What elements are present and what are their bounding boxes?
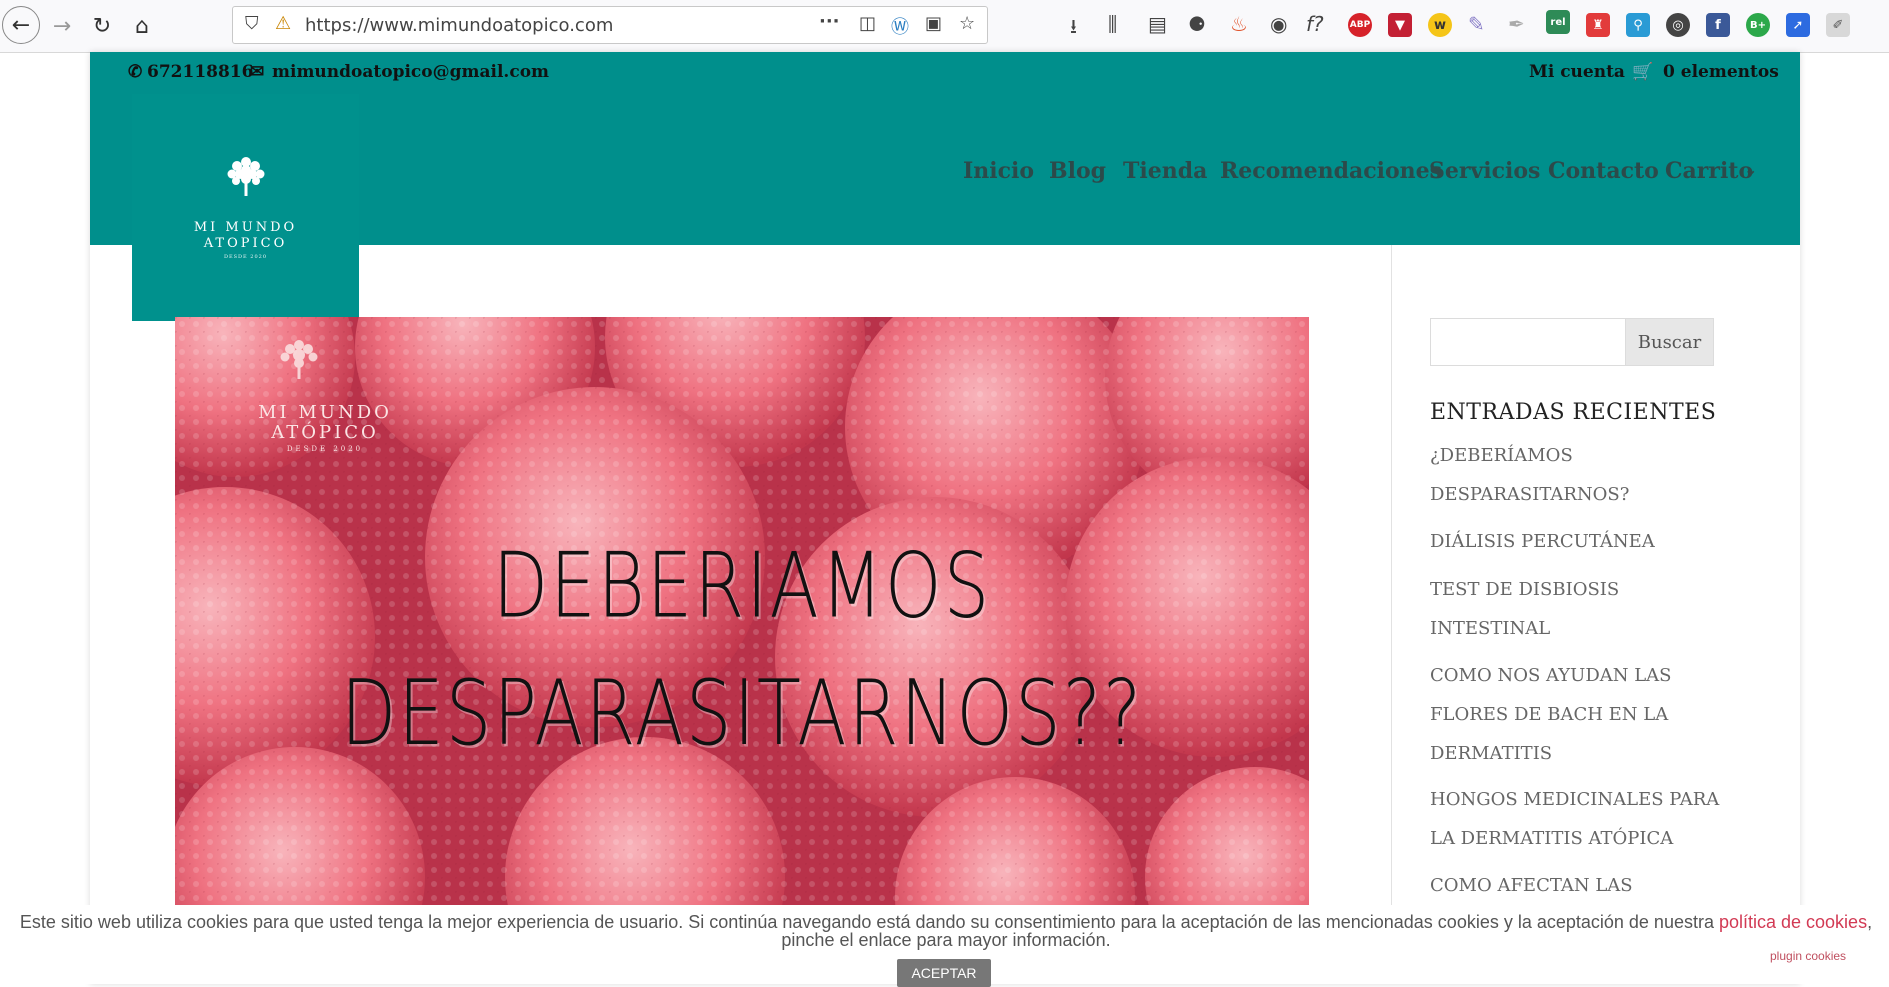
post-line[interactable]: ¿DEBERÍAMOS [1430, 436, 1720, 475]
search-button[interactable]: Buscar [1625, 318, 1714, 366]
account-icon[interactable]: ◉ [1270, 12, 1287, 36]
pen-icon[interactable]: ✎ [1468, 12, 1485, 36]
recent-posts-title: ENTRADAS RECIENTES [1430, 400, 1717, 425]
featured-image[interactable]: MI MUNDO ATÓPICO DESDE 2020 DEBERIAMOS D… [175, 317, 1309, 905]
menu-item-recomendaciones[interactable]: Recomendaciones [1220, 158, 1442, 184]
search-input[interactable] [1430, 318, 1626, 366]
bookmark-star-icon[interactable]: ☆ [959, 13, 975, 34]
post-line[interactable]: TEST DE DISBIOSIS [1430, 570, 1720, 609]
w-icon[interactable]: w [1428, 13, 1452, 37]
post-line[interactable]: COMO NOS AYUDAN LAS [1430, 656, 1720, 695]
hero-logo-line1: MI MUNDO [258, 402, 392, 423]
f-question-icon[interactable]: f? [1306, 12, 1324, 36]
menu-item-servicios[interactable]: Servicios [1429, 158, 1540, 184]
hero-title-line1: DEBERIAMOS [492, 532, 992, 638]
recent-post-4[interactable]: COMO NOS AYUDAN LAS FLORES DE BACH EN LA… [1430, 656, 1720, 773]
library-icon[interactable]: ⫼ [1108, 12, 1117, 36]
chevron-down-icon[interactable]: ⌄ [1744, 160, 1757, 179]
page-actions-icon[interactable]: ··· [819, 11, 840, 32]
shield-icon[interactable]: ⛉ [245, 13, 259, 34]
back-arrow-icon[interactable]: ← [2, 6, 40, 44]
post-line[interactable]: INTESTINAL [1430, 609, 1720, 648]
post-line[interactable]: DESPARASITARNOS? [1430, 475, 1720, 514]
browser-toolbar: ← → ↻ ⌂ ⛉ ⚠ https://www.mimundoatopico.c… [0, 0, 1889, 53]
b-plus-icon[interactable]: B+ [1746, 13, 1770, 37]
post-line[interactable]: FLORES DE BACH EN LA [1430, 695, 1720, 734]
cookie-banner: Este sitio web utiliza cookies para que … [0, 905, 1889, 987]
hero-title: DEBERIAMOS DESPARASITARNOS?? [175, 522, 1309, 777]
menu-item-blog[interactable]: Blog [1049, 158, 1106, 184]
menu-item-inicio[interactable]: Inicio [963, 158, 1034, 184]
pocket-icon[interactable]: ◫ [859, 13, 876, 34]
post-line[interactable]: HONGOS MEDICINALES PARA [1430, 780, 1720, 819]
hero-logo-since: DESDE 2020 [286, 445, 364, 453]
recent-post-2[interactable]: DIÁLISIS PERCUTÁNEA [1430, 522, 1720, 561]
home-icon[interactable]: ⌂ [124, 8, 160, 44]
email-icon: ✉ [250, 62, 265, 82]
download-icon[interactable]: ⭳ [1070, 12, 1077, 46]
logo-since: DESDE 2020 [223, 254, 268, 260]
post-line[interactable]: DERMATITIS [1430, 734, 1720, 773]
menu-item-contacto[interactable]: Contacto [1548, 158, 1659, 184]
post-line[interactable]: DIÁLISIS PERCUTÁNEA [1430, 522, 1720, 561]
phone-icon: ✆ [128, 62, 143, 82]
lock-warning-icon[interactable]: ⚠ [275, 13, 291, 34]
abp-icon[interactable]: ABP [1348, 13, 1372, 37]
plugin-cookies-link[interactable]: plugin cookies [1770, 949, 1846, 963]
edit-icon[interactable]: ✐ [1826, 13, 1850, 37]
feather-icon[interactable]: ✒ [1508, 12, 1525, 36]
arrow-icon[interactable]: ➚ [1786, 13, 1810, 37]
search-key-icon[interactable]: ⚲ [1626, 13, 1650, 37]
chrome-icon[interactable]: ◎ [1666, 13, 1690, 37]
hero-logo-line2: ATÓPICO [271, 422, 379, 443]
cart-icon[interactable]: 🛒 [1632, 62, 1653, 82]
tree-logo-icon [227, 157, 265, 196]
forward-arrow-icon[interactable]: → [44, 8, 80, 44]
recent-post-3[interactable]: TEST DE DISBIOSIS INTESTINAL [1430, 570, 1720, 648]
recent-post-6[interactable]: COMO AFECTAN LAS [1430, 866, 1720, 905]
accept-cookies-button[interactable]: ACEPTAR [897, 959, 991, 987]
url-text[interactable]: https://www.mimundoatopico.com [305, 15, 613, 36]
logo-name-line1: MI MUNDO [193, 220, 298, 235]
recent-post-5[interactable]: HONGOS MEDICINALES PARA LA DERMATITIS AT… [1430, 780, 1720, 858]
sidebar-divider [1391, 245, 1392, 905]
url-bar[interactable]: ⛉ ⚠ https://www.mimundoatopico.com ··· ◫… [232, 6, 988, 44]
cookie-message: Este sitio web utiliza cookies para que … [16, 913, 1876, 949]
facebook-icon[interactable]: f [1706, 13, 1730, 37]
reader-icon[interactable]: ▤ [1148, 12, 1167, 36]
extension-icon[interactable]: ⚈ [1188, 12, 1206, 36]
reload-icon[interactable]: ↻ [84, 8, 120, 44]
account-link[interactable]: Mi cuenta [1529, 62, 1625, 82]
email-link[interactable]: mimundoatopico@gmail.com [272, 62, 549, 82]
cookie-text: Este sitio web utiliza cookies para que … [19, 912, 1719, 932]
cookie-policy-link[interactable]: política de cookies [1719, 912, 1867, 932]
hero-title-line2: DESPARASITARNOS?? [340, 660, 1144, 766]
post-line[interactable]: LA DERMATITIS ATÓPICA [1430, 819, 1720, 858]
menu-item-carrito[interactable]: Carrito [1665, 158, 1753, 184]
rel-icon[interactable]: rel [1546, 10, 1570, 34]
wordpress-icon[interactable]: Ⓦ [891, 13, 909, 39]
pocket-red-icon[interactable]: ▼ [1388, 13, 1412, 37]
menu-item-tienda[interactable]: Tienda [1123, 158, 1207, 184]
screenshot-icon[interactable]: ▣ [925, 13, 942, 34]
site-logo[interactable]: MI MUNDO ATOPICO DESDE 2020 [132, 94, 359, 321]
logo-name-line2: ATOPICO [203, 236, 288, 251]
recent-post-1[interactable]: ¿DEBERÍAMOS DESPARASITARNOS? [1430, 436, 1720, 514]
cart-link[interactable]: 0 elementos [1663, 62, 1779, 82]
extension-red-icon[interactable]: ♜ [1586, 13, 1610, 37]
phone-number[interactable]: 672118816 [147, 62, 253, 82]
fire-icon[interactable]: ♨ [1230, 12, 1248, 36]
post-line[interactable]: COMO AFECTAN LAS [1430, 866, 1720, 905]
